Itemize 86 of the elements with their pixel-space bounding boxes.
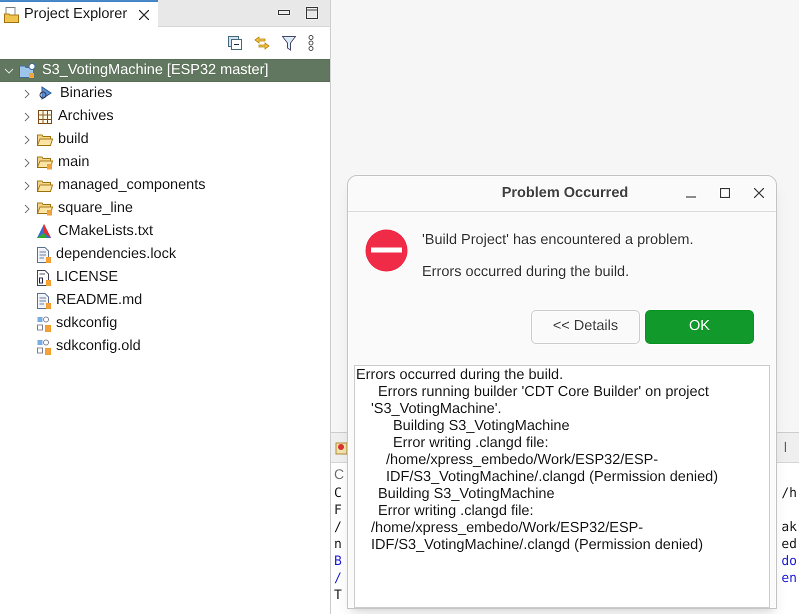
- console-text-fragment: /: [334, 519, 342, 536]
- tree-item-label: dependencies.lock: [56, 244, 176, 264]
- console-text-fragment: C: [334, 485, 342, 502]
- tree-item-label: README.md: [56, 290, 142, 310]
- detail-line: Building S3_VotingMachine: [392, 418, 571, 435]
- console-text-fragment: ed: [781, 536, 797, 553]
- detail-line: Error writing .clangd file: /home/xpress_embedo/Work/ESP32/ESP-IDF/S3_VotingMachine/.clangd (Permission denied): [370, 502, 704, 554]
- chevron-right-icon[interactable]: [22, 112, 32, 122]
- folder-icon: [37, 132, 53, 146]
- grid-icon: [37, 108, 53, 124]
- console-text-fragment: T: [334, 587, 342, 604]
- close-icon[interactable]: [754, 188, 764, 198]
- document-icon: [37, 292, 51, 308]
- detail-line: Errors occurred during the build.: [356, 366, 564, 384]
- tree-row[interactable]: LICENSE: [0, 266, 330, 289]
- tree-item-label: Archives: [58, 106, 114, 126]
- tree-item-label: sdkconfig: [56, 314, 118, 333]
- tree-item-label: managed_components: [58, 176, 206, 195]
- view-menu-icon[interactable]: [308, 35, 314, 51]
- tree-row[interactable]: Binaries: [0, 82, 330, 105]
- detail-line: Building S3_VotingMachine: [377, 486, 556, 503]
- tree-item-label: sdkconfig.old: [56, 336, 141, 356]
- tree-row[interactable]: managed_components: [0, 174, 330, 197]
- chevron-right-icon[interactable]: [22, 204, 32, 214]
- folder-icon: [37, 155, 53, 170]
- error-message: 'Build Project' has encountered a problem.: [422, 231, 694, 250]
- details-text-area[interactable]: [354, 364, 770, 608]
- folder-document-icon: [4, 6, 20, 22]
- console-text-fragment: /h: [781, 485, 797, 502]
- console-text-fragment: n: [334, 536, 342, 553]
- console-link-fragment: /: [334, 570, 342, 587]
- config-file-icon: [37, 316, 51, 332]
- chevron-right-icon[interactable]: [22, 134, 32, 144]
- project-explorer-tab[interactable]: Project Explorer: [0, 0, 158, 27]
- collapse-all-icon[interactable]: [228, 36, 242, 50]
- detail-line: Error writing .clangd file: /home/xpress_embedo/Work/ESP32/ESP-IDF/S3_VotingMachine/.clangd (Permission denied): [385, 434, 720, 486]
- selected-tree-row[interactable]: S3_VotingMachine [ESP32 master]: [0, 59, 330, 82]
- console-text-fragment: ak: [781, 519, 797, 536]
- tree-item-annotation: [ESP32 master]: [166, 60, 268, 80]
- folder-icon: [37, 178, 53, 192]
- console-link-fragment: en: [781, 570, 797, 587]
- console-tab-fragment[interactable]: l: [784, 437, 787, 458]
- binary-file-icon: [37, 270, 51, 286]
- console-title-fragment: C: [334, 464, 344, 484]
- details-button[interactable]: << Details: [531, 310, 640, 344]
- tree-item-label: build: [58, 130, 89, 149]
- tree-item-label: square_line: [58, 198, 133, 218]
- tree-row[interactable]: build: [0, 128, 330, 151]
- minimize-icon[interactable]: [278, 10, 290, 16]
- maximize-icon[interactable]: [720, 188, 730, 198]
- tree-row[interactable]: CMakeLists.txt: [0, 220, 330, 243]
- tree-item-label: LICENSE: [56, 268, 118, 287]
- detail-line: Errors running builder 'CDT Core Builder' on project 'S3_VotingMachine'.: [370, 384, 710, 418]
- tree-item-label: main: [58, 152, 90, 172]
- tree-item-label: CMakeLists.txt: [58, 222, 154, 241]
- chevron-right-icon[interactable]: [22, 158, 32, 168]
- close-icon[interactable]: [139, 10, 150, 20]
- link-arrows-icon[interactable]: [254, 36, 270, 50]
- tree-row[interactable]: sdkconfig: [0, 312, 330, 335]
- config-file-icon: [37, 338, 51, 354]
- chevron-right-icon[interactable]: [22, 180, 32, 190]
- problems-icon[interactable]: [335, 440, 349, 454]
- tree-row[interactable]: sdkconfig.old: [0, 335, 330, 358]
- error-icon: [365, 229, 408, 272]
- tree-row[interactable]: dependencies.lock: [0, 243, 330, 266]
- chevron-down-icon[interactable]: [4, 66, 14, 76]
- maximize-icon[interactable]: [306, 7, 318, 19]
- tree-row[interactable]: main: [0, 151, 330, 174]
- tab-label: Project Explorer: [24, 4, 128, 24]
- dialog-title: Problem Occurred: [502, 184, 628, 203]
- console-link-fragment: do: [781, 553, 797, 570]
- tree-item-label: Binaries: [60, 84, 112, 103]
- tree-item-label: S3_VotingMachine: [42, 60, 163, 80]
- ok-button[interactable]: OK: [645, 310, 754, 344]
- console-text-fragment: F: [334, 502, 342, 519]
- tree-row[interactable]: Archives: [0, 105, 330, 128]
- triangle-logo-icon: [37, 224, 53, 240]
- filter-icon[interactable]: [282, 36, 296, 50]
- project-folder-icon: [19, 62, 37, 78]
- chevron-right-icon[interactable]: [22, 88, 32, 98]
- document-icon: [37, 246, 51, 262]
- folder-icon: [37, 201, 53, 216]
- console-link-fragment: B: [334, 553, 342, 570]
- tree-row[interactable]: README.md: [0, 289, 330, 312]
- error-reason: Errors occurred during the build.: [422, 262, 630, 282]
- tree-row[interactable]: square_line: [0, 197, 330, 220]
